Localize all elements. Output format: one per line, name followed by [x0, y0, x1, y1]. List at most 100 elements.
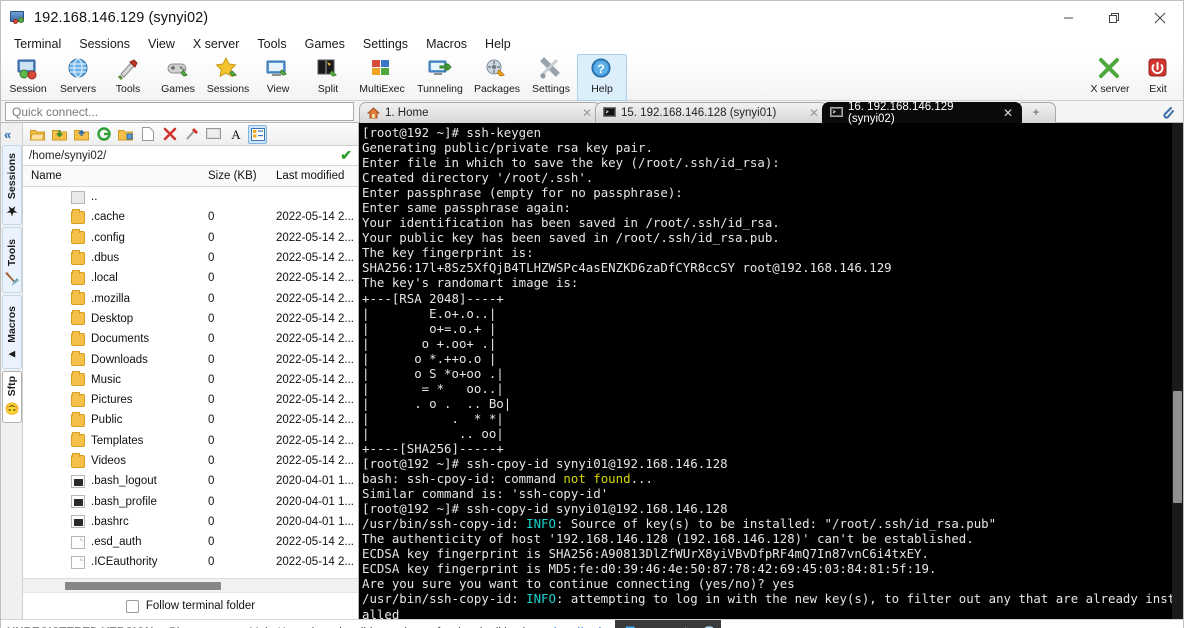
- menu-x-server[interactable]: X server: [184, 35, 249, 53]
- toolbar-servers-label: Servers: [59, 83, 97, 95]
- ime-language-label[interactable]: En: [624, 623, 648, 628]
- menu-games[interactable]: Games: [296, 35, 354, 53]
- table-row[interactable]: .cache 0 2022-05-14 2...: [23, 207, 358, 227]
- tab-session-15-close[interactable]: ✕: [809, 106, 819, 120]
- new-tab-button[interactable]: +: [1016, 102, 1056, 123]
- toolbar-packages[interactable]: Packages: [469, 54, 525, 101]
- table-row[interactable]: .config 0 2022-05-14 2...: [23, 228, 358, 248]
- toolbar-settings[interactable]: Settings: [525, 54, 577, 101]
- terminal-scroll-thumb[interactable]: [1173, 391, 1182, 503]
- tab-session-16[interactable]: 16. 192.168.146.129 (synyi02) ✕: [822, 101, 1022, 125]
- file-name: .esd_auth: [91, 536, 142, 549]
- terminal-icon[interactable]: [204, 125, 223, 144]
- download-icon[interactable]: [50, 125, 69, 144]
- restore-button[interactable]: [1091, 1, 1137, 34]
- toolbar-tunneling[interactable]: Tunneling: [411, 54, 469, 101]
- rail-tab-tools[interactable]: 🔨 Tools: [2, 227, 22, 293]
- toolbar-session[interactable]: Session: [3, 54, 53, 101]
- table-row[interactable]: .bash_logout 0 2020-04-01 1...: [23, 471, 358, 491]
- new-file-icon[interactable]: [138, 125, 157, 144]
- table-row[interactable]: Music 0 2022-05-14 2...: [23, 370, 358, 390]
- toolbar-multiexec[interactable]: MultiExec: [353, 54, 411, 101]
- terminal-scrollbar[interactable]: [1172, 123, 1183, 619]
- table-row[interactable]: Videos 0 2022-05-14 2...: [23, 451, 358, 471]
- menu-settings[interactable]: Settings: [354, 35, 417, 53]
- ime-punctuation-toggle[interactable]: ，: [657, 624, 670, 628]
- minimize-button[interactable]: [1045, 1, 1091, 34]
- settings-wrench-icon: [538, 56, 564, 82]
- upload-icon[interactable]: [72, 125, 91, 144]
- file-list-hscrollbar[interactable]: [23, 578, 358, 592]
- terminal-pane[interactable]: [root@192 ~]# ssh-keygen Generating publ…: [359, 123, 1183, 619]
- file-name: .bash_profile: [91, 495, 157, 508]
- table-row[interactable]: Desktop 0 2022-05-14 2...: [23, 309, 358, 329]
- file-name: .mozilla: [91, 292, 130, 305]
- menu-help[interactable]: Help: [476, 35, 520, 53]
- tab-home[interactable]: 1. Home ✕: [359, 102, 601, 123]
- file-modified: 2022-05-14 2...: [276, 292, 355, 305]
- table-row[interactable]: Documents 0 2022-05-14 2...: [23, 329, 358, 349]
- close-button[interactable]: [1137, 1, 1183, 34]
- open-folder-icon[interactable]: [28, 125, 47, 144]
- table-row[interactable]: Public 0 2022-05-14 2...: [23, 410, 358, 430]
- toolbar-exit[interactable]: Exit: [1137, 54, 1179, 101]
- tab-session-15[interactable]: 15. 192.168.146.128 (synyi01) ✕: [595, 102, 828, 123]
- toolbar-tools-label: Tools: [115, 83, 141, 95]
- rail-tab-sessions[interactable]: ★ Sessions: [2, 145, 22, 225]
- delete-icon[interactable]: [160, 125, 179, 144]
- follow-terminal-folder-row[interactable]: Follow terminal folder: [23, 592, 358, 619]
- file-modified: 2022-05-14 2...: [276, 394, 355, 407]
- table-row[interactable]: Downloads 0 2022-05-14 2...: [23, 349, 358, 369]
- file-name-cell: Downloads: [23, 351, 208, 367]
- ime-indicator[interactable]: En ， 半 👔: [615, 620, 721, 628]
- shell-icon: [71, 474, 85, 488]
- tab-session-16-close[interactable]: ✕: [1003, 106, 1013, 120]
- terminal-output: [root@192 ~]# ssh-keygen Generating publ…: [362, 125, 1176, 619]
- menu-macros[interactable]: Macros: [417, 35, 476, 53]
- file-modified: 2022-05-14 2...: [276, 353, 355, 366]
- toolbar-x-server[interactable]: X server: [1083, 54, 1137, 101]
- toolbar-servers[interactable]: Servers: [53, 54, 103, 101]
- toolbar-view[interactable]: View: [253, 54, 303, 101]
- table-row[interactable]: ..: [23, 187, 358, 207]
- collapse-sidebar-button[interactable]: «: [4, 127, 11, 142]
- toolbar-split[interactable]: Split: [303, 54, 353, 101]
- text-view-icon[interactable]: A: [226, 125, 245, 144]
- table-row[interactable]: .esd_auth 0 2022-05-14 2...: [23, 532, 358, 552]
- new-folder-icon[interactable]: [116, 125, 135, 144]
- column-modified[interactable]: Last modified: [276, 170, 358, 182]
- toolbar-sessions[interactable]: Sessions: [203, 54, 253, 101]
- folder-icon: [71, 310, 85, 326]
- tab-home-close[interactable]: ✕: [582, 106, 592, 120]
- details-view-icon[interactable]: [248, 124, 267, 144]
- table-row[interactable]: Pictures 0 2022-05-14 2...: [23, 390, 358, 410]
- table-row[interactable]: .dbus 0 2022-05-14 2...: [23, 248, 358, 268]
- sftp-path-bar[interactable]: /home/synyi02/ ✔: [23, 146, 358, 166]
- quick-connect-input[interactable]: Quick connect...: [5, 102, 354, 121]
- permissions-icon[interactable]: [182, 125, 201, 144]
- toolbar-games[interactable]: Games: [153, 54, 203, 101]
- follow-terminal-folder-checkbox[interactable]: [125, 599, 139, 613]
- folder-icon: [71, 411, 85, 427]
- column-size[interactable]: Size (KB): [208, 170, 276, 182]
- table-row[interactable]: .bashrc 0 2020-04-01 1...: [23, 512, 358, 532]
- toolbar-tools[interactable]: Tools: [103, 54, 153, 101]
- menu-tools[interactable]: Tools: [248, 35, 295, 53]
- ime-halfwidth-toggle[interactable]: 半: [679, 624, 692, 628]
- file-name-cell: .ICEauthority: [23, 555, 208, 569]
- hscroll-thumb[interactable]: [65, 582, 221, 590]
- table-row[interactable]: .mozilla 0 2022-05-14 2...: [23, 288, 358, 308]
- table-row[interactable]: Templates 0 2022-05-14 2...: [23, 431, 358, 451]
- table-row[interactable]: .ICEauthority 0 2022-05-14 2...: [23, 552, 358, 572]
- rail-tab-sftp[interactable]: 😊 Sftp: [2, 371, 22, 423]
- toolbar-help[interactable]: ? Help: [577, 54, 627, 101]
- refresh-icon[interactable]: [94, 125, 113, 144]
- menu-sessions[interactable]: Sessions: [70, 35, 139, 53]
- table-row[interactable]: .bash_profile 0 2020-04-01 1...: [23, 491, 358, 511]
- paperclip-icon[interactable]: [1160, 104, 1175, 124]
- table-row[interactable]: .local 0 2022-05-14 2...: [23, 268, 358, 288]
- menu-view[interactable]: View: [139, 35, 184, 53]
- menu-terminal[interactable]: Terminal: [5, 35, 70, 53]
- rail-tab-macros[interactable]: ▸ Macros: [2, 295, 22, 369]
- column-name[interactable]: Name: [23, 170, 208, 182]
